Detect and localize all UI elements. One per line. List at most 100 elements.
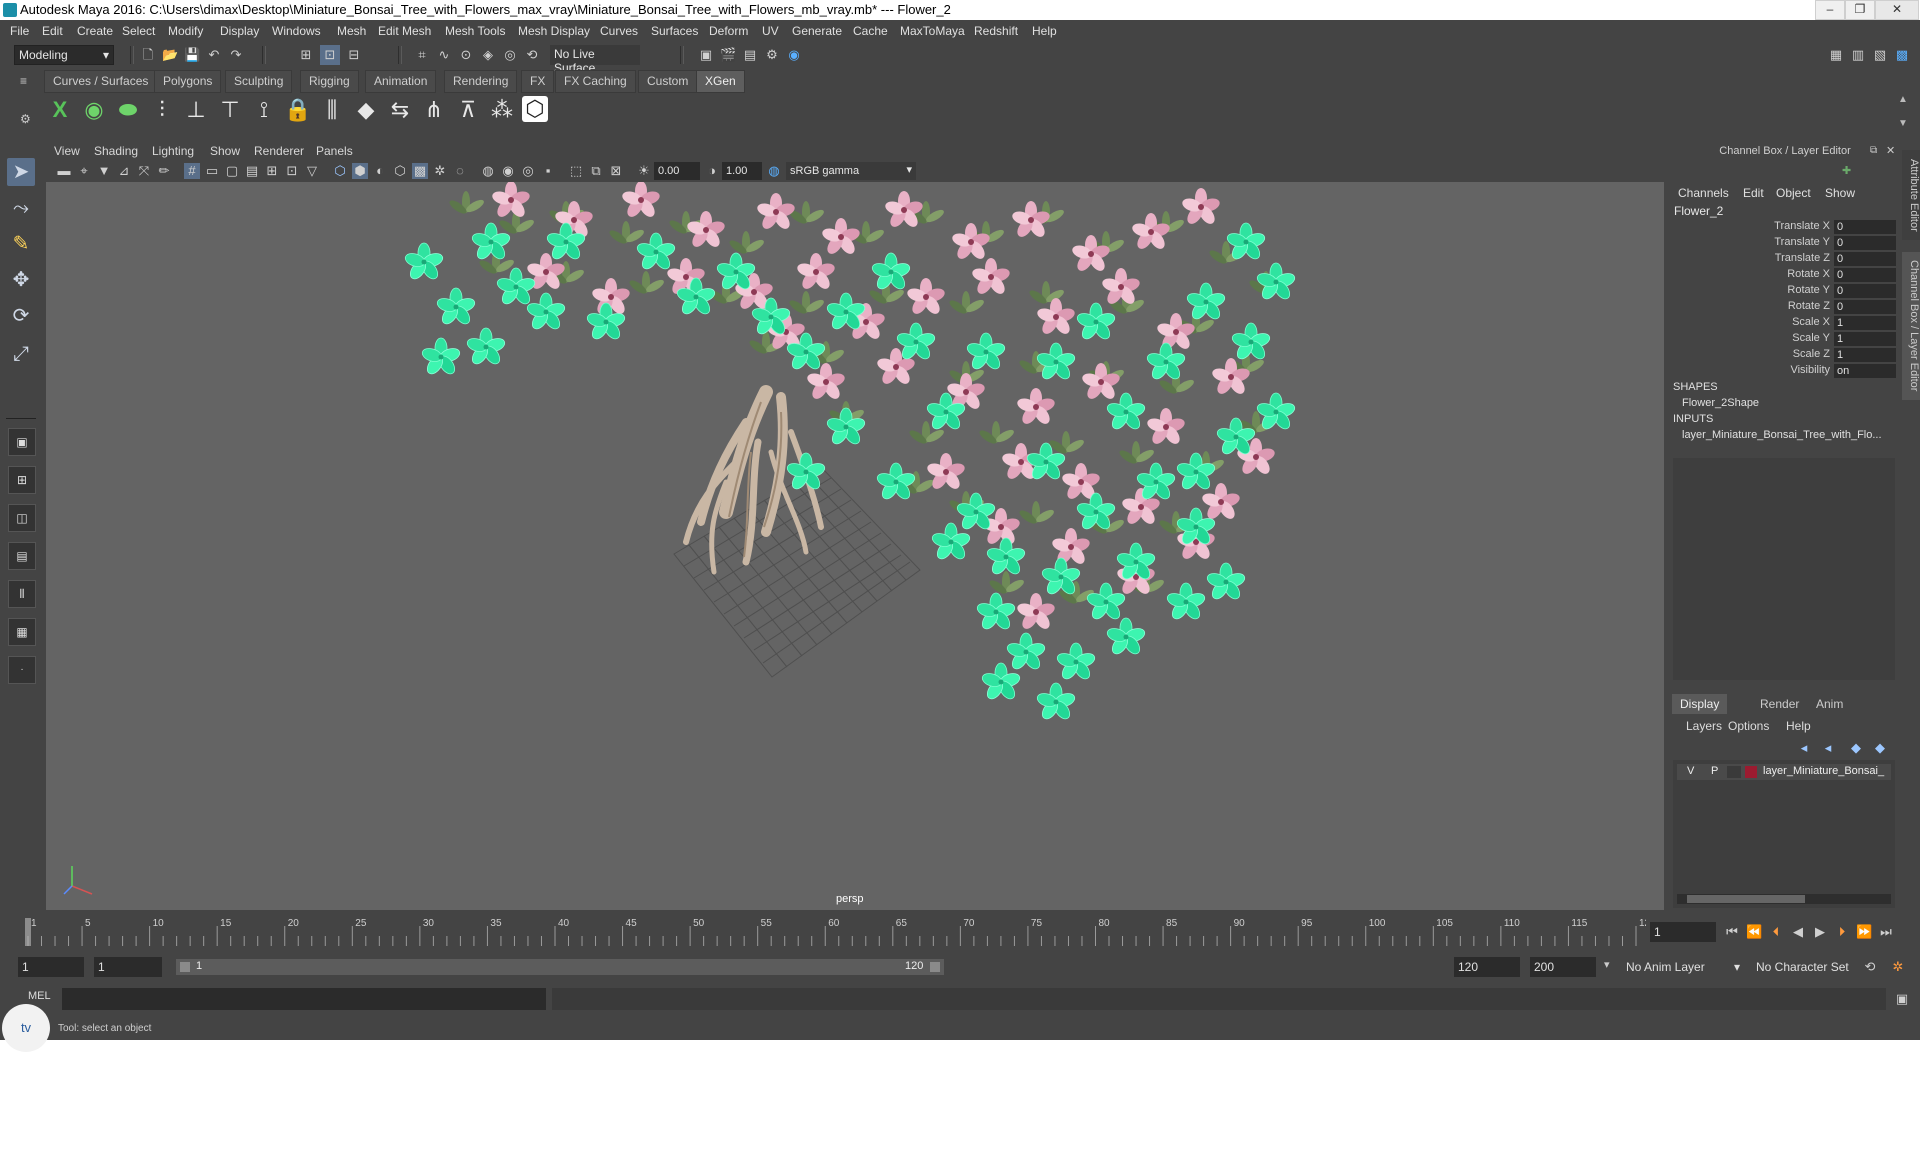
layout-more-icon[interactable]: · xyxy=(8,656,36,684)
xgen-cut-icon[interactable]: ⊼ xyxy=(454,96,482,124)
channel-box-menu-channels[interactable]: Channels xyxy=(1678,186,1729,200)
play-forwards-icon[interactable]: ▶ xyxy=(1812,924,1828,940)
shelf-menu-icon[interactable]: ≡ xyxy=(20,74,34,88)
menu-file[interactable]: File xyxy=(10,24,29,38)
character-set-dropdown[interactable]: No Character Set xyxy=(1752,957,1868,977)
step-back-frame-icon[interactable]: ⏴ xyxy=(1768,924,1784,940)
xgen-editor-icon[interactable]: X xyxy=(46,96,74,124)
xgen-preview-icon[interactable]: ◉ xyxy=(80,96,108,124)
menu-mesh[interactable]: Mesh xyxy=(337,24,366,38)
layer-reference-toggle[interactable] xyxy=(1727,766,1741,778)
depth-of-field-icon[interactable]: ◎ xyxy=(520,163,536,179)
exposure-icon[interactable]: ☀ xyxy=(636,163,652,179)
layer-menu-layers[interactable]: Layers xyxy=(1686,719,1722,733)
ipr-render-icon[interactable]: ▤ xyxy=(742,47,758,63)
isolate-select-icon[interactable]: ▪ xyxy=(540,163,556,179)
shelf-tab-fx-caching[interactable]: FX Caching xyxy=(555,70,636,93)
menu-display[interactable]: Display xyxy=(220,24,259,38)
tool-settings-icon[interactable]: ▧ xyxy=(1872,47,1888,63)
layer-menu-help[interactable]: Help xyxy=(1786,719,1811,733)
xgen-comb-icon[interactable]: ⋔ xyxy=(420,96,448,124)
close-button[interactable]: ✕ xyxy=(1875,0,1919,20)
view-transform-dropdown[interactable]: sRGB gamma ▾ xyxy=(786,162,916,180)
grease-pencil-icon[interactable]: ✏ xyxy=(156,163,172,179)
shadows-icon[interactable]: ✲ xyxy=(432,163,448,179)
panel-menu-shading[interactable]: Shading xyxy=(94,144,138,158)
layer-name[interactable]: layer_Miniature_Bonsai_ xyxy=(1763,765,1884,777)
current-frame-field[interactable]: 1 xyxy=(1650,922,1716,942)
menu-create[interactable]: Create xyxy=(77,24,113,38)
menu-edit-mesh[interactable]: Edit Mesh xyxy=(378,24,431,38)
color-management-icon[interactable]: ◍ xyxy=(766,163,782,179)
xgen-layer-icon[interactable]: ◆ xyxy=(352,96,380,124)
xray-joints-icon[interactable]: ⧉ xyxy=(588,163,604,179)
menu-curves[interactable]: Curves xyxy=(600,24,638,38)
float-panel-icon[interactable]: ⧉ xyxy=(1870,145,1877,156)
paint-select-tool-icon[interactable]: ✎ xyxy=(7,230,35,258)
menu-uv[interactable]: UV xyxy=(762,24,779,38)
save-scene-icon[interactable]: 💾 xyxy=(184,47,200,63)
lasso-tool-icon[interactable]: ⤳ xyxy=(7,194,35,222)
attribute-editor-icon[interactable]: ▥ xyxy=(1850,47,1866,63)
menu-modify[interactable]: Modify xyxy=(168,24,203,38)
range-slider[interactable]: 1 120 xyxy=(176,959,944,975)
play-backwards-icon[interactable]: ◀ xyxy=(1790,924,1806,940)
shape-node-name[interactable]: Flower_2Shape xyxy=(1682,397,1759,409)
wireframe-icon[interactable]: ⬡ xyxy=(332,163,348,179)
attr-field-scale-y[interactable]: 1 xyxy=(1834,332,1896,346)
layer-menu-options[interactable]: Options xyxy=(1728,719,1769,733)
shelf-tab-fx[interactable]: FX xyxy=(521,70,555,93)
hypershade-icon[interactable]: ◉ xyxy=(786,47,802,63)
multisample-aa-icon[interactable]: ◉ xyxy=(500,163,516,179)
xgen-add-guide-icon[interactable]: ⫶ xyxy=(148,96,176,124)
hypershade-layout-icon[interactable]: ▦ xyxy=(8,618,36,646)
menu-set-dropdown[interactable]: Modeling ▾ xyxy=(14,45,114,65)
ambient-occlusion-icon[interactable]: ◌ xyxy=(452,163,468,179)
render-settings-icon[interactable]: ⚙ xyxy=(764,47,780,63)
shelf-tab-rigging[interactable]: Rigging xyxy=(300,70,359,93)
select-camera-icon[interactable]: ▬ xyxy=(56,163,72,179)
shelf-tab-animation[interactable]: Animation xyxy=(365,70,437,93)
camera-attributes-icon[interactable]: ⌖ xyxy=(76,163,92,179)
attr-field-scale-x[interactable]: 1 xyxy=(1834,316,1896,330)
move-layer-down-icon[interactable]: ◂ xyxy=(1820,740,1836,756)
menu-help[interactable]: Help xyxy=(1032,24,1057,38)
snap-point-icon[interactable]: ⊙ xyxy=(458,47,474,63)
channel-box-menu-show[interactable]: Show xyxy=(1825,186,1855,200)
panel-menu-view[interactable]: View xyxy=(54,144,80,158)
use-all-lights-icon[interactable]: ▩ xyxy=(412,163,428,179)
animation-preferences-icon[interactable]: ✲ xyxy=(1890,959,1906,975)
range-end-handle[interactable] xyxy=(930,962,940,972)
xgen-sculpt-guide-icon[interactable]: ⫼ xyxy=(318,96,346,124)
layer-list-scroll-thumb[interactable] xyxy=(1687,895,1805,903)
snap-grid-icon[interactable]: ⌗ xyxy=(414,47,430,63)
side-by-side-layout-icon[interactable]: ◫ xyxy=(8,504,36,532)
textured-icon[interactable]: ⬡ xyxy=(392,163,408,179)
xgen-create-description-icon[interactable]: ⬬ xyxy=(114,96,142,124)
layer-row[interactable]: V P layer_Miniature_Bonsai_ xyxy=(1677,764,1891,780)
menu-maxtomaya[interactable]: MaxToMaya xyxy=(900,24,965,38)
xgen-groom-icon[interactable]: ⁂ xyxy=(488,96,516,124)
layer-tab-anim[interactable]: Anim xyxy=(1808,694,1851,714)
two-d-pan-zoom-icon[interactable]: ⤧ xyxy=(136,163,152,179)
snap-curve-icon[interactable]: ∿ xyxy=(436,47,452,63)
channel-box-side-tab[interactable]: Channel Box / Layer Editor xyxy=(1902,252,1920,400)
shelf-tab-xgen[interactable]: XGen xyxy=(696,70,745,93)
new-empty-layer-icon[interactable]: ◆ xyxy=(1848,740,1864,756)
playback-start-field[interactable]: 1 xyxy=(94,957,162,977)
xgen-bend-guide-icon[interactable]: ⟟ xyxy=(250,96,278,124)
step-forward-frame-icon[interactable]: ⏵ xyxy=(1834,924,1850,940)
shelf-settings-icon[interactable]: ⚙ xyxy=(20,112,34,126)
step-forward-key-icon[interactable]: ⏩ xyxy=(1856,924,1872,940)
xgen-flip-guide-icon[interactable]: ⇆ xyxy=(386,96,414,124)
select-by-hierarchy-icon[interactable]: ⊞ xyxy=(298,47,314,63)
safe-action-icon[interactable]: ⊡ xyxy=(284,163,300,179)
menu-cache[interactable]: Cache xyxy=(853,24,888,38)
current-time-marker[interactable] xyxy=(25,918,31,946)
new-layer-selected-icon[interactable]: ◆ xyxy=(1872,740,1888,756)
auto-keyframe-icon[interactable]: ⟲ xyxy=(1862,959,1878,975)
xgen-cache-icon[interactable]: ⬡ xyxy=(522,96,548,122)
open-scene-icon[interactable]: 📂 xyxy=(162,47,178,63)
script-editor-icon[interactable]: ▣ xyxy=(1894,991,1910,1007)
attr-field-scale-z[interactable]: 1 xyxy=(1834,348,1896,362)
